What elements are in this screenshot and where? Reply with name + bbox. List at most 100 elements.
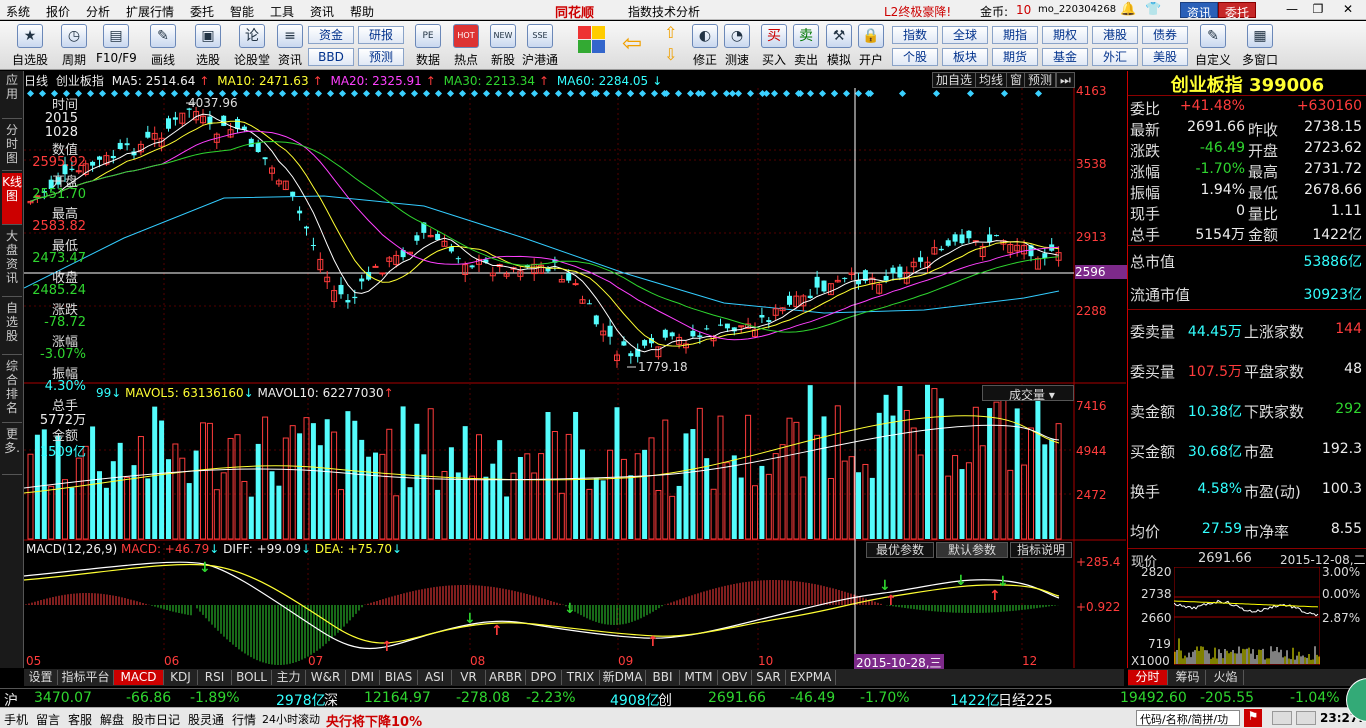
- indicator-tab[interactable]: 新DMA: [600, 670, 646, 685]
- bell-icon[interactable]: 🔔: [1120, 2, 1136, 17]
- indicator-tab[interactable]: TRIX: [562, 670, 600, 685]
- mini-tab-flame[interactable]: 火焰: [1208, 670, 1244, 685]
- menu-extended[interactable]: 扩展行情: [126, 3, 174, 20]
- tool-data[interactable]: PE 数据: [408, 23, 448, 69]
- tool-ipo[interactable]: NEW 新股: [483, 23, 523, 69]
- flag-icon[interactable]: ⚑: [1244, 709, 1262, 727]
- footer-message[interactable]: 留言: [36, 711, 60, 728]
- indicator-tab[interactable]: OBV: [718, 670, 752, 685]
- window-button[interactable]: 窗: [1006, 72, 1027, 88]
- quick-futures-index[interactable]: 期指: [992, 26, 1038, 44]
- code-search-input[interactable]: 代码/名称/简拼/功: [1136, 710, 1240, 726]
- quick-sector[interactable]: 板块: [942, 48, 988, 66]
- indicator-tab[interactable]: 主力: [272, 670, 306, 685]
- menu-order[interactable]: 委托: [190, 3, 214, 20]
- nikkei-index[interactable]: 19492.60: [1120, 690, 1187, 706]
- indicator-tab[interactable]: DMI: [346, 670, 380, 685]
- indicator-tab[interactable]: W&R: [306, 670, 346, 685]
- quick-bonds[interactable]: 债券: [1142, 26, 1188, 44]
- indicator-tab[interactable]: SAR: [752, 670, 786, 685]
- indicator-select[interactable]: 成交量 ▾: [982, 385, 1074, 402]
- shirt-icon[interactable]: 👕: [1145, 2, 1161, 17]
- tool-speedtest[interactable]: ◔ 测速: [717, 23, 757, 69]
- sz-index[interactable]: 12164.97: [364, 690, 431, 706]
- tool-draw[interactable]: ✎ 画线: [143, 23, 183, 69]
- top-order-button[interactable]: 委托: [1218, 2, 1257, 20]
- down-arrow-icon[interactable]: ⇩: [664, 45, 677, 64]
- quick-research[interactable]: 研报: [358, 26, 404, 44]
- quick-futures[interactable]: 期货: [992, 48, 1038, 66]
- menu-info[interactable]: 资讯: [310, 3, 334, 20]
- ma-button[interactable]: 均线: [975, 72, 1008, 88]
- tool-period[interactable]: ◷ 周期: [54, 23, 94, 69]
- tool-f10[interactable]: ▤ F10/F9: [96, 23, 137, 69]
- footer-mobile[interactable]: 手机: [4, 711, 28, 728]
- menu-smart[interactable]: 智能: [230, 3, 254, 20]
- footer-quotes[interactable]: 行情: [232, 711, 256, 728]
- top-info-button[interactable]: 资讯: [1180, 2, 1219, 20]
- news-ticker[interactable]: 央行将下降10%: [326, 711, 422, 728]
- indicator-help-button[interactable]: 指标说明: [1010, 542, 1072, 558]
- quick-global[interactable]: 全球: [942, 26, 988, 44]
- indicator-tab[interactable]: EXPMA: [786, 670, 836, 685]
- indicator-tab[interactable]: RSI: [198, 670, 232, 685]
- l2-promo-link[interactable]: L2终极豪降!: [884, 3, 951, 20]
- close-button[interactable]: ✕: [1338, 2, 1358, 18]
- sh-index[interactable]: 3470.07: [34, 690, 92, 706]
- forecast-button[interactable]: 预测: [1024, 72, 1057, 88]
- expand-icon[interactable]: ⏭: [1056, 72, 1075, 88]
- indicator-tab[interactable]: BIAS: [380, 670, 418, 685]
- mini-tab-timeshare[interactable]: 分时: [1128, 670, 1168, 685]
- minimize-button[interactable]: —: [1282, 2, 1302, 18]
- indicator-tab[interactable]: VR: [452, 670, 486, 685]
- indicator-tab[interactable]: BOLL: [232, 670, 272, 685]
- menu-quote[interactable]: 报价: [46, 3, 70, 20]
- quick-index[interactable]: 指数: [892, 26, 938, 44]
- tool-stock-pick[interactable]: ▣ 选股: [188, 23, 228, 69]
- mail-icon[interactable]: [1272, 711, 1292, 725]
- menu-analysis[interactable]: 分析: [86, 3, 110, 20]
- keyboard-icon[interactable]: [1296, 711, 1316, 725]
- indicator-tab[interactable]: KDJ: [164, 670, 198, 685]
- quick-hk[interactable]: 港股: [1092, 26, 1138, 44]
- menu-tools[interactable]: 工具: [270, 3, 294, 20]
- quick-options[interactable]: 期权: [1042, 26, 1088, 44]
- indicator-tab[interactable]: ASI: [418, 670, 452, 685]
- footer-rolling[interactable]: 24小时滚动: [262, 711, 320, 727]
- layout-grid-icon[interactable]: [578, 26, 606, 54]
- optimal-params-button[interactable]: 最优参数: [866, 542, 934, 558]
- quick-forex[interactable]: 外汇: [1092, 48, 1138, 66]
- indicator-tab[interactable]: 设置: [24, 670, 58, 685]
- indicator-tab[interactable]: MACD: [114, 670, 164, 685]
- menu-help[interactable]: 帮助: [350, 3, 374, 20]
- tool-open-account[interactable]: 🔒 开户: [851, 23, 891, 69]
- tool-watchlist[interactable]: ★ 自选股: [10, 23, 50, 69]
- maximize-button[interactable]: ❐: [1308, 2, 1328, 18]
- mini-tab-chips[interactable]: 筹码: [1170, 670, 1206, 685]
- footer-service[interactable]: 客服: [68, 711, 92, 728]
- indicator-tab[interactable]: ARBR: [486, 670, 526, 685]
- quick-capital[interactable]: 资金: [308, 26, 354, 44]
- back-arrow-icon[interactable]: ⇦: [622, 29, 642, 57]
- tool-multi-window[interactable]: ▦ 多窗口: [1240, 23, 1280, 69]
- menu-system[interactable]: 系统: [6, 3, 30, 20]
- period-label[interactable]: 日线: [24, 74, 48, 88]
- quick-forecast[interactable]: 预测: [358, 48, 404, 66]
- tool-hk-connect[interactable]: SSE 沪港通: [520, 23, 560, 69]
- indicator-tab[interactable]: BBI: [646, 670, 680, 685]
- quick-us[interactable]: 美股: [1142, 48, 1188, 66]
- default-params-button[interactable]: 默认参数: [936, 542, 1008, 558]
- indicator-tab[interactable]: DPO: [526, 670, 562, 685]
- footer-analysis[interactable]: 解盘: [100, 711, 124, 728]
- quick-stock[interactable]: 个股: [892, 48, 938, 66]
- tool-custom[interactable]: ✎ 自定义: [1193, 23, 1233, 69]
- indicator-tab[interactable]: MTM: [680, 670, 718, 685]
- quick-bbd[interactable]: BBD: [308, 48, 354, 66]
- indicator-tab[interactable]: 指标平台: [58, 670, 114, 685]
- tool-forum[interactable]: 论论股堂: [232, 23, 272, 69]
- quick-funds[interactable]: 基金: [1042, 48, 1088, 66]
- tool-hot[interactable]: HOT 热点: [446, 23, 486, 69]
- add-watchlist-button[interactable]: 加自选: [932, 72, 977, 88]
- kline-chart[interactable]: 4037.96 1779.18 ↓↑↓↑↓↑↓↑↓↑↓: [24, 88, 1126, 668]
- footer-diary[interactable]: 股市日记: [132, 711, 180, 728]
